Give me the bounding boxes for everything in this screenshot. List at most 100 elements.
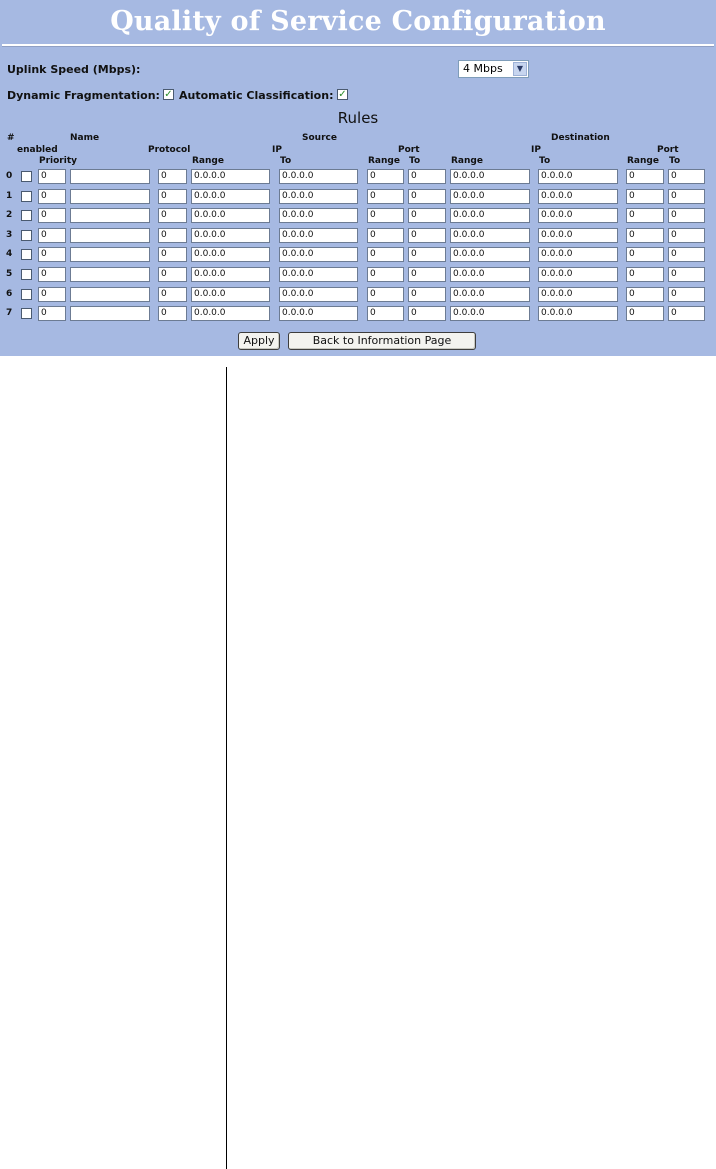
destination-ip-range-input[interactable]: 0.0.0.0 bbox=[450, 247, 530, 263]
enabled-checkbox[interactable] bbox=[21, 190, 32, 202]
protocol-input[interactable]: 0 bbox=[158, 188, 187, 204]
source-port-to-input[interactable]: 0 bbox=[408, 267, 446, 282]
destination-port-range-input[interactable]: 0 bbox=[626, 169, 664, 184]
protocol-input[interactable]: 0 bbox=[158, 286, 187, 302]
apply-button[interactable]: Apply bbox=[238, 332, 280, 350]
source-port-to-input[interactable]: 0 bbox=[408, 306, 446, 322]
source-port-to-input[interactable]: 0 bbox=[408, 227, 446, 243]
destination-ip-range-input[interactable]: 0.0.0.0 bbox=[450, 267, 530, 282]
source-port-range-input[interactable]: 0 bbox=[367, 227, 404, 243]
destination-port-range-input[interactable]: 0 bbox=[626, 247, 664, 263]
chevron-down-icon[interactable]: ▼ bbox=[513, 62, 527, 76]
automatic-classification-checkbox[interactable]: ✓ bbox=[337, 89, 348, 100]
source-ip-to-input[interactable]: 0.0.0.0 bbox=[279, 169, 358, 184]
destination-port-to-input[interactable]: 0 bbox=[668, 306, 705, 322]
source-ip-to-input[interactable]: 0.0.0.0 bbox=[279, 188, 358, 204]
priority-input[interactable]: 0 bbox=[38, 267, 66, 282]
destination-port-to-input[interactable]: 0 bbox=[668, 208, 705, 224]
source-ip-range-input[interactable]: 0.0.0.0 bbox=[191, 286, 270, 302]
dynamic-fragmentation-checkbox[interactable]: ✓ bbox=[163, 89, 174, 100]
source-ip-range-input[interactable]: 0.0.0.0 bbox=[191, 188, 270, 204]
source-port-to-input[interactable]: 0 bbox=[408, 247, 446, 263]
destination-port-range-input[interactable]: 0 bbox=[626, 208, 664, 224]
priority-input[interactable]: 0 bbox=[38, 188, 66, 204]
name-input[interactable] bbox=[70, 286, 150, 302]
destination-ip-to-input[interactable]: 0.0.0.0 bbox=[538, 306, 618, 322]
name-input[interactable] bbox=[70, 267, 150, 282]
name-input[interactable] bbox=[70, 169, 150, 184]
protocol-input[interactable]: 0 bbox=[158, 247, 187, 263]
protocol-input[interactable]: 0 bbox=[158, 306, 187, 322]
destination-port-range-input[interactable]: 0 bbox=[626, 227, 664, 243]
destination-ip-range-input[interactable]: 0.0.0.0 bbox=[450, 208, 530, 224]
uplink-speed-select[interactable]: 4 Mbps ▼ bbox=[458, 60, 529, 78]
protocol-input[interactable]: 0 bbox=[158, 169, 187, 184]
destination-port-to-input[interactable]: 0 bbox=[668, 227, 705, 243]
source-port-range-input[interactable]: 0 bbox=[367, 306, 404, 322]
source-ip-to-input[interactable]: 0.0.0.0 bbox=[279, 208, 358, 224]
source-ip-range-input[interactable]: 0.0.0.0 bbox=[191, 306, 270, 322]
priority-input[interactable]: 0 bbox=[38, 247, 66, 263]
destination-ip-range-input[interactable]: 0.0.0.0 bbox=[450, 306, 530, 322]
source-ip-to-input[interactable]: 0.0.0.0 bbox=[279, 247, 358, 263]
destination-ip-range-input[interactable]: 0.0.0.0 bbox=[450, 169, 530, 184]
destination-ip-range-input[interactable]: 0.0.0.0 bbox=[450, 286, 530, 302]
source-ip-range-input[interactable]: 0.0.0.0 bbox=[191, 208, 270, 224]
protocol-input[interactable]: 0 bbox=[158, 227, 187, 243]
source-port-to-input[interactable]: 0 bbox=[408, 208, 446, 224]
enabled-checkbox[interactable] bbox=[21, 171, 32, 182]
destination-port-to-input[interactable]: 0 bbox=[668, 188, 705, 204]
enabled-checkbox[interactable] bbox=[21, 288, 32, 300]
name-input[interactable] bbox=[70, 208, 150, 224]
source-ip-range-input[interactable]: 0.0.0.0 bbox=[191, 247, 270, 263]
source-port-range-input[interactable]: 0 bbox=[367, 267, 404, 282]
priority-input[interactable]: 0 bbox=[38, 227, 66, 243]
source-port-range-input[interactable]: 0 bbox=[367, 188, 404, 204]
priority-input[interactable]: 0 bbox=[38, 306, 66, 322]
source-ip-to-input[interactable]: 0.0.0.0 bbox=[279, 306, 358, 322]
destination-ip-to-input[interactable]: 0.0.0.0 bbox=[538, 169, 618, 184]
priority-input[interactable]: 0 bbox=[38, 286, 66, 302]
destination-ip-to-input[interactable]: 0.0.0.0 bbox=[538, 208, 618, 224]
destination-port-to-input[interactable]: 0 bbox=[668, 267, 705, 282]
source-ip-to-input[interactable]: 0.0.0.0 bbox=[279, 286, 358, 302]
source-ip-to-input[interactable]: 0.0.0.0 bbox=[279, 267, 358, 282]
protocol-input[interactable]: 0 bbox=[158, 208, 187, 224]
name-input[interactable] bbox=[70, 247, 150, 263]
enabled-checkbox[interactable] bbox=[21, 249, 32, 261]
destination-port-range-input[interactable]: 0 bbox=[626, 286, 664, 302]
source-ip-to-input[interactable]: 0.0.0.0 bbox=[279, 227, 358, 243]
name-input[interactable] bbox=[70, 188, 150, 204]
destination-ip-range-input[interactable]: 0.0.0.0 bbox=[450, 188, 530, 204]
destination-ip-to-input[interactable]: 0.0.0.0 bbox=[538, 247, 618, 263]
source-port-range-input[interactable]: 0 bbox=[367, 169, 404, 184]
source-port-to-input[interactable]: 0 bbox=[408, 286, 446, 302]
source-ip-range-input[interactable]: 0.0.0.0 bbox=[191, 227, 270, 243]
destination-ip-range-input[interactable]: 0.0.0.0 bbox=[450, 227, 530, 243]
name-input[interactable] bbox=[70, 227, 150, 243]
source-ip-range-input[interactable]: 0.0.0.0 bbox=[191, 169, 270, 184]
source-port-to-input[interactable]: 0 bbox=[408, 169, 446, 184]
destination-port-to-input[interactable]: 0 bbox=[668, 286, 705, 302]
destination-ip-to-input[interactable]: 0.0.0.0 bbox=[538, 188, 618, 204]
destination-port-range-input[interactable]: 0 bbox=[626, 306, 664, 322]
source-port-range-input[interactable]: 0 bbox=[367, 208, 404, 224]
destination-port-range-input[interactable]: 0 bbox=[626, 188, 664, 204]
source-ip-range-input[interactable]: 0.0.0.0 bbox=[191, 267, 270, 282]
destination-ip-to-input[interactable]: 0.0.0.0 bbox=[538, 267, 618, 282]
destination-port-to-input[interactable]: 0 bbox=[668, 247, 705, 263]
enabled-checkbox[interactable] bbox=[21, 308, 32, 320]
priority-input[interactable]: 0 bbox=[38, 169, 66, 184]
source-port-to-input[interactable]: 0 bbox=[408, 188, 446, 204]
protocol-input[interactable]: 0 bbox=[158, 267, 187, 282]
enabled-checkbox[interactable] bbox=[21, 210, 32, 222]
source-port-range-input[interactable]: 0 bbox=[367, 286, 404, 302]
name-input[interactable] bbox=[70, 306, 150, 322]
back-to-information-page-button[interactable]: Back to Information Page bbox=[288, 332, 476, 350]
source-port-range-input[interactable]: 0 bbox=[367, 247, 404, 263]
enabled-checkbox[interactable] bbox=[21, 229, 32, 241]
destination-ip-to-input[interactable]: 0.0.0.0 bbox=[538, 227, 618, 243]
priority-input[interactable]: 0 bbox=[38, 208, 66, 224]
destination-ip-to-input[interactable]: 0.0.0.0 bbox=[538, 286, 618, 302]
destination-port-range-input[interactable]: 0 bbox=[626, 267, 664, 282]
